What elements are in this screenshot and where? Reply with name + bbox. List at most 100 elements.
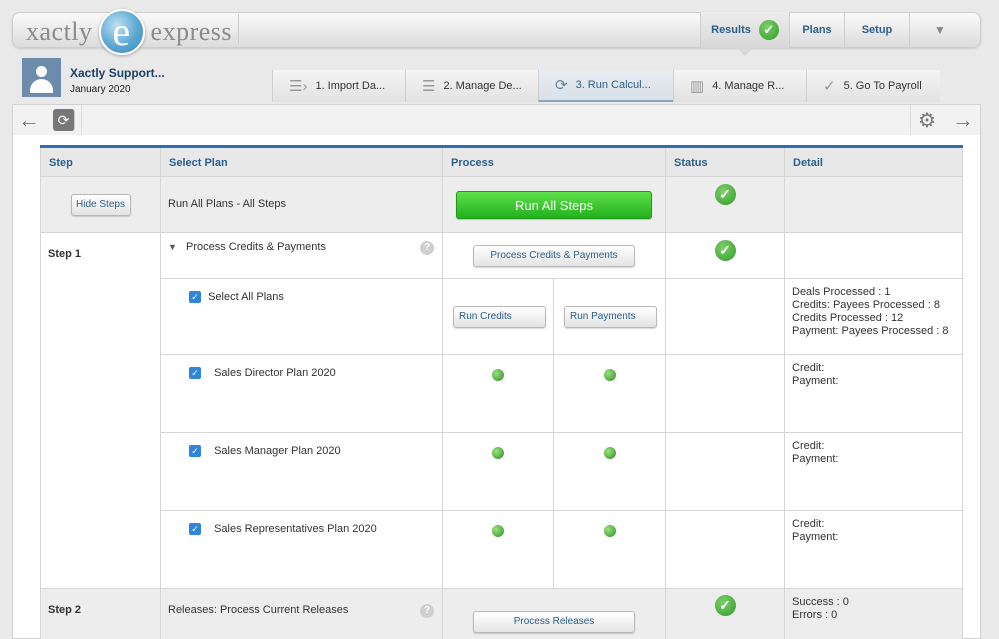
user-period: January 2020	[70, 84, 131, 95]
process-credits-payments-button[interactable]: Process Credits & Payments	[473, 245, 635, 267]
table-row: Hide Steps Run All Plans - All Steps Run…	[40, 176, 963, 233]
step2-title: Releases: Process Current Releases	[168, 604, 349, 616]
tab-label: 1. Import Da...	[315, 80, 386, 92]
detail-payment-payees: Payment: Payees Processed : 8	[792, 325, 949, 337]
header-detail: Detail	[784, 145, 963, 177]
detail-credit: Credit:	[792, 518, 825, 530]
run-all-label: Run All Plans - All Steps	[160, 176, 443, 233]
back-arrow-icon[interactable]: ←	[18, 107, 40, 133]
plan-name: Sales Director Plan 2020	[214, 367, 336, 379]
xactly-express-logo[interactable]: xactly e express	[26, 9, 232, 55]
divider	[81, 105, 82, 135]
step1-title: Process Credits & Payments	[185, 241, 326, 253]
tab-go-to-payroll[interactable]: ✓ 5. Go To Payroll	[806, 70, 940, 102]
select-all-label: Select All Plans	[208, 291, 284, 303]
process-releases-button[interactable]: Process Releases	[473, 611, 635, 633]
table-header-row: Step Select Plan Process Status Detail	[40, 145, 963, 177]
detail-errors: Errors : 0	[792, 609, 838, 621]
help-icon[interactable]: ?	[420, 604, 434, 618]
credit-status-dot	[492, 447, 504, 459]
nav-results[interactable]: Results ✓	[700, 12, 790, 48]
panel-toolbar: ← ⟳ ⚙ →	[13, 105, 980, 135]
check-circle-icon: ✓	[714, 184, 736, 205]
table-row: ✓ Sales Manager Plan 2020 Credit: Paymen…	[41, 432, 963, 511]
tab-label: 4. Manage R...	[712, 80, 785, 92]
detail-credit: Credit:	[792, 362, 825, 374]
tab-label: 3. Run Calcul...	[575, 79, 651, 91]
logo-e-mark: e	[98, 9, 145, 55]
plan-checkbox[interactable]: ✓	[189, 367, 201, 380]
detail-success: Success : 0	[792, 596, 849, 608]
refresh-icon: ⟳	[555, 77, 568, 94]
table-row: Step 1 ▼ Process Credits & Payments ? Pr…	[40, 232, 963, 589]
forward-arrow-icon[interactable]: →	[952, 107, 974, 133]
nav-more-dropdown[interactable]: ▼	[910, 12, 970, 48]
chevron-down-icon: ▼	[934, 23, 946, 37]
tab-label: 2. Manage De...	[443, 80, 522, 92]
logo-text-right: express	[150, 17, 233, 46]
workflow-steps: ☰› 1. Import Da... ☰ 2. Manage De... ⟳ 3…	[272, 70, 940, 102]
logo-text-left: xactly	[26, 17, 93, 46]
gear-icon[interactable]: ⚙	[918, 108, 936, 133]
step1-label: Step 1	[40, 232, 161, 589]
detail-credit-payees: Credits: Payees Processed : 8	[792, 299, 940, 311]
plan-name: Sales Representatives Plan 2020	[214, 523, 377, 535]
user-name[interactable]: Xactly Support...	[70, 66, 165, 80]
header-process: Process	[442, 145, 666, 177]
avatar[interactable]	[22, 58, 61, 97]
nav-plans-label: Plans	[802, 24, 832, 36]
collapse-triangle-icon[interactable]: ▼	[168, 242, 177, 252]
tab-run-calculations[interactable]: ⟳ 3. Run Calcul...	[538, 70, 673, 102]
table-row: ✓ Sales Director Plan 2020 Credit: Payme…	[41, 354, 963, 433]
user-icon-body	[30, 79, 53, 93]
detail-credits-processed: Credits Processed : 12	[792, 312, 904, 324]
detail-payment: Payment:	[792, 453, 839, 465]
tab-manage-data[interactable]: ☰ 2. Manage De...	[405, 70, 538, 102]
credit-status-dot	[492, 525, 504, 537]
header-select-plan: Select Plan	[160, 145, 443, 177]
tab-manage-results[interactable]: ▥ 4. Manage R...	[673, 70, 806, 102]
run-credits-button[interactable]: Run Credits	[453, 306, 546, 328]
header-step: Step	[40, 145, 161, 177]
check-circle-icon: ✓	[714, 595, 736, 616]
detail-deals-processed: Deals Processed : 1	[792, 286, 891, 298]
run-all-steps-button[interactable]: Run All Steps	[456, 190, 652, 219]
checkmark-icon: ✓	[823, 78, 836, 95]
detail-payment: Payment:	[792, 531, 839, 543]
table-row: Step 2 Releases: Process Current Release…	[40, 588, 963, 639]
select-all-checkbox[interactable]: ✓	[189, 291, 201, 304]
help-icon[interactable]: ?	[420, 241, 434, 255]
step2-label: Step 2	[40, 588, 161, 639]
list-icon: ☰	[422, 78, 436, 95]
nav-results-label: Results	[711, 24, 751, 36]
check-circle-icon: ✓	[714, 240, 736, 261]
nav-setup-label: Setup	[861, 24, 893, 36]
divider	[238, 14, 239, 44]
run-calculations-table: Step Select Plan Process Status Detail H…	[40, 145, 963, 639]
nav-setup[interactable]: Setup	[845, 12, 910, 48]
plan-checkbox[interactable]: ✓	[189, 523, 201, 536]
tab-label: 5. Go To Payroll	[843, 80, 922, 92]
divider	[910, 105, 911, 135]
table-row: ✓ Sales Representatives Plan 2020 Credit…	[41, 510, 963, 589]
hide-steps-button[interactable]: Hide Steps	[70, 193, 131, 216]
detail-payment: Payment:	[792, 375, 839, 387]
plan-checkbox[interactable]: ✓	[189, 445, 201, 458]
list-arrow-icon: ☰›	[289, 78, 308, 95]
table-row: ✓ Select All Plans Run Credits Run Payme…	[41, 278, 963, 355]
detail-credit: Credit:	[792, 440, 825, 452]
active-nav-indicator	[736, 47, 754, 56]
refresh-icon[interactable]: ⟳	[53, 109, 75, 131]
check-circle-icon: ✓	[758, 20, 779, 40]
bar-chart-icon: ▥	[690, 78, 705, 95]
run-payments-button[interactable]: Run Payments	[564, 306, 657, 328]
header-status: Status	[665, 145, 785, 177]
nav-plans[interactable]: Plans	[790, 12, 845, 48]
main-panel: ← ⟳ ⚙ → Step Select Plan Process Status …	[12, 104, 981, 639]
payment-status-dot	[603, 369, 616, 381]
plan-name: Sales Manager Plan 2020	[214, 445, 341, 457]
user-icon-head	[36, 66, 47, 77]
payment-status-dot	[603, 447, 616, 459]
credit-status-dot	[492, 369, 504, 381]
tab-import-data[interactable]: ☰› 1. Import Da...	[272, 70, 405, 102]
